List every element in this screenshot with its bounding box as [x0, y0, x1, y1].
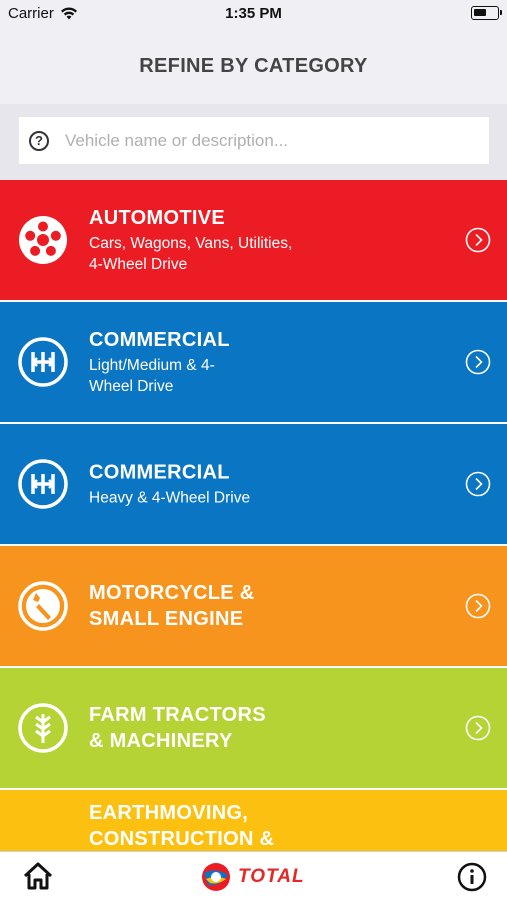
chevron-right-icon: [465, 349, 491, 375]
category-text: COMMERCIAL Light/Medium & 4- Wheel Drive: [89, 327, 437, 397]
chevron-right-icon: [465, 227, 491, 253]
home-icon[interactable]: [22, 861, 54, 891]
category-title: AUTOMOTIVE: [89, 207, 225, 229]
category-commercial-light[interactable]: COMMERCIAL Light/Medium & 4- Wheel Drive: [0, 302, 507, 422]
search-box: ?: [19, 117, 489, 164]
wheat-icon: [18, 703, 68, 753]
help-icon[interactable]: ?: [29, 130, 49, 151]
category-text: AUTOMOTIVE Cars, Wagons, Vans, Utilities…: [89, 205, 437, 275]
category-title: COMMERCIAL: [89, 329, 230, 351]
category-title: EARTHMOVING, CONSTRUCTION &: [89, 802, 275, 850]
category-automotive[interactable]: AUTOMOTIVE Cars, Wagons, Vans, Utilities…: [0, 180, 507, 300]
clock: 1:35 PM: [225, 5, 282, 22]
gearbox-icon: [18, 337, 68, 387]
category-title: FARM TRACTORS & MACHINERY: [89, 704, 266, 752]
status-bar: Carrier 1:35 PM: [0, 0, 507, 28]
category-title: MOTORCYCLE & SMALL ENGINE: [89, 582, 255, 630]
chevron-right-icon: [465, 715, 491, 741]
battery-icon: [471, 6, 502, 20]
tab-bar: TOTAL: [0, 851, 507, 900]
category-subtitle: Light/Medium & 4- Wheel Drive: [89, 357, 215, 395]
gearbox-icon: [18, 459, 68, 509]
page-title: REFINE BY CATEGORY: [139, 54, 368, 77]
total-logo-text: TOTAL: [238, 866, 305, 887]
category-subtitle: Heavy & 4-Wheel Drive: [89, 489, 251, 507]
total-logo-mark-icon: [202, 863, 230, 891]
info-icon[interactable]: [457, 862, 487, 892]
search-bar: ?: [0, 104, 507, 180]
nav-header: REFINE BY CATEGORY: [0, 28, 507, 104]
wheel-icon: [19, 216, 67, 264]
category-text: FARM TRACTORS & MACHINERY: [89, 702, 437, 754]
category-text: MOTORCYCLE & SMALL ENGINE: [89, 580, 437, 632]
category-commercial-heavy[interactable]: COMMERCIAL Heavy & 4-Wheel Drive: [0, 424, 507, 544]
wrench-icon: [18, 581, 68, 631]
total-logo: TOTAL: [200, 860, 305, 894]
chevron-right-icon: [465, 471, 491, 497]
search-input[interactable]: [65, 120, 489, 161]
category-subtitle: Cars, Wagons, Vans, Utilities, 4-Wheel D…: [89, 235, 293, 273]
chevron-right-icon: [465, 593, 491, 619]
category-text: COMMERCIAL Heavy & 4-Wheel Drive: [89, 460, 437, 509]
category-farm-tractors[interactable]: FARM TRACTORS & MACHINERY: [0, 668, 507, 788]
category-motorcycle[interactable]: MOTORCYCLE & SMALL ENGINE: [0, 546, 507, 666]
category-title: COMMERCIAL: [89, 461, 230, 484]
category-text: EARTHMOVING, CONSTRUCTION &: [89, 800, 437, 852]
